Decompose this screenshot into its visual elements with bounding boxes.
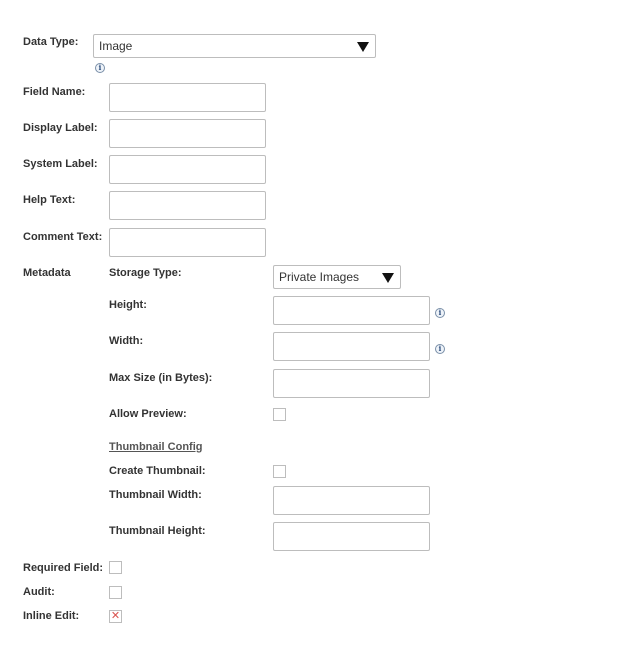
- allow-preview-checkbox[interactable]: [273, 408, 286, 421]
- storage-type-value: Private Images: [279, 270, 360, 284]
- thumbnail-width-label: Thumbnail Width:: [109, 489, 202, 501]
- allow-preview-label: Allow Preview:: [109, 408, 187, 420]
- comment-text-input[interactable]: [109, 228, 266, 257]
- height-input[interactable]: [273, 296, 430, 325]
- create-thumbnail-label: Create Thumbnail:: [109, 465, 206, 477]
- field-name-input[interactable]: [109, 83, 266, 112]
- system-label-input[interactable]: [109, 155, 266, 184]
- display-label-input[interactable]: [109, 119, 266, 148]
- create-thumbnail-checkbox[interactable]: [273, 465, 286, 478]
- audit-label: Audit:: [23, 586, 55, 598]
- thumbnail-height-label: Thumbnail Height:: [109, 525, 206, 537]
- data-type-label: Data Type:: [23, 36, 79, 48]
- inline-edit-checkbox[interactable]: ✕: [109, 610, 122, 623]
- comment-text-label: Comment Text:: [23, 231, 103, 243]
- info-icon[interactable]: i: [95, 63, 105, 73]
- dropdown-arrow-icon: [357, 42, 369, 52]
- data-type-value: Image: [99, 39, 133, 53]
- metadata-label: Metadata: [23, 267, 71, 279]
- thumbnail-config-link[interactable]: Thumbnail Config: [109, 441, 202, 453]
- max-size-input[interactable]: [273, 369, 430, 398]
- height-label: Height:: [109, 299, 147, 311]
- dropdown-arrow-icon: [382, 273, 394, 283]
- info-icon[interactable]: i: [435, 308, 445, 318]
- thumbnail-height-input[interactable]: [273, 522, 430, 551]
- field-name-label: Field Name:: [23, 86, 86, 98]
- storage-type-select[interactable]: Private Images: [273, 265, 401, 289]
- display-label-label: Display Label:: [23, 122, 98, 134]
- help-text-label: Help Text:: [23, 194, 76, 206]
- thumbnail-width-input[interactable]: [273, 486, 430, 515]
- help-text-input[interactable]: [109, 191, 266, 220]
- width-input[interactable]: [273, 332, 430, 361]
- storage-type-label: Storage Type:: [109, 267, 182, 279]
- info-icon[interactable]: i: [435, 344, 445, 354]
- inline-edit-label: Inline Edit:: [23, 610, 80, 622]
- system-label-label: System Label:: [23, 158, 98, 170]
- max-size-label: Max Size (in Bytes):: [109, 372, 213, 384]
- audit-checkbox[interactable]: [109, 586, 122, 599]
- data-type-select[interactable]: Image: [93, 34, 376, 58]
- required-field-checkbox[interactable]: [109, 561, 122, 574]
- required-field-label: Required Field:: [23, 562, 104, 574]
- width-label: Width:: [109, 335, 144, 347]
